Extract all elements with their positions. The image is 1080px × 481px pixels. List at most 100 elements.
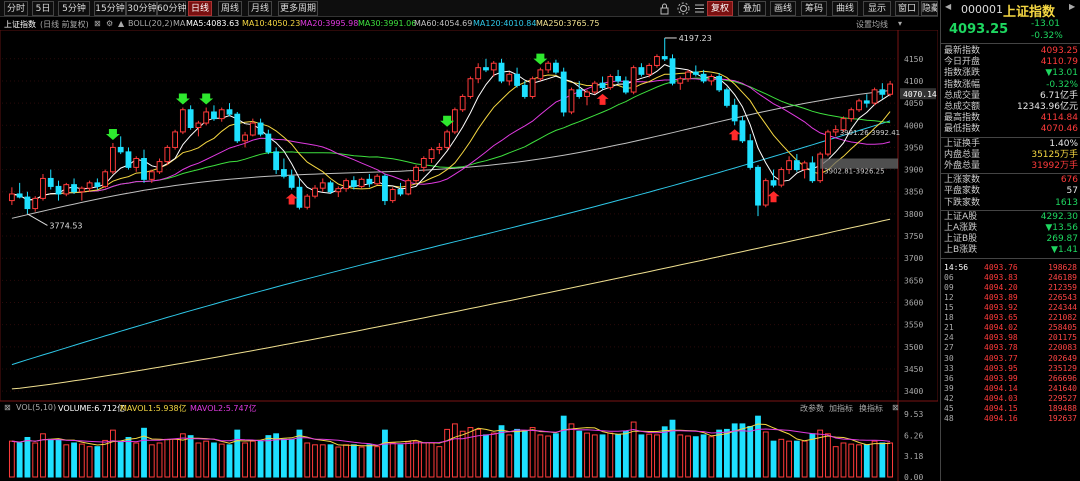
hide-button[interactable]: 隐藏 xyxy=(921,1,938,16)
candle-body xyxy=(545,62,552,71)
volume-bar xyxy=(55,438,62,478)
tick-price: 4093.83 xyxy=(984,272,1018,282)
ma5-value: MA5:4083.63 xyxy=(186,19,240,28)
chevron-up-icon[interactable]: ▲ xyxy=(118,19,124,28)
lock-icon[interactable] xyxy=(658,2,671,15)
volume-bar xyxy=(397,444,404,478)
period-tab-daily[interactable]: 日线 xyxy=(188,1,212,16)
ma-settings-link[interactable]: 设置均线 xyxy=(856,19,888,30)
period-tab-5day[interactable]: 5日 xyxy=(32,1,54,16)
candle-body xyxy=(420,158,427,168)
ma20-value: MA20:3995.98 xyxy=(300,19,359,28)
gear-icon[interactable]: ⚙ xyxy=(106,19,113,28)
volume-bar xyxy=(506,434,513,478)
back-icon[interactable]: ◀ xyxy=(945,2,951,11)
volume-bar xyxy=(374,446,381,478)
candle-body xyxy=(506,73,513,82)
stat-row: 最新指数 4093.25 xyxy=(941,46,1080,57)
tick-price: 4094.14 xyxy=(984,383,1018,393)
volume-bar xyxy=(615,434,622,478)
candle-body xyxy=(762,180,769,206)
period-tab-15min[interactable]: 15分钟 xyxy=(94,1,126,16)
close-icon[interactable]: ⊠ xyxy=(94,19,101,28)
chevron-down-icon[interactable]: ▾ xyxy=(898,19,902,28)
mavol1-value: MAVOL1:5.938亿 xyxy=(120,404,187,413)
candle-body xyxy=(257,122,264,135)
change-params-link[interactable]: 改参数 xyxy=(800,403,824,414)
candle-body xyxy=(389,189,396,202)
candle-body xyxy=(514,73,520,86)
volume-bar xyxy=(708,436,715,478)
volume-bar xyxy=(94,446,101,478)
tick-time: 21 xyxy=(944,323,954,333)
candle-body xyxy=(692,71,699,75)
tick-price: 4093.76 xyxy=(984,262,1018,272)
volume-bar xyxy=(156,442,163,478)
candle-body xyxy=(677,78,684,84)
period-tab-60min[interactable]: 60分钟 xyxy=(156,1,186,16)
draw-line-button[interactable]: 画线 xyxy=(770,1,796,16)
low-annotation: 3774.53 xyxy=(49,221,82,230)
volume-bar xyxy=(584,432,590,478)
volume-bar xyxy=(529,427,536,478)
volume-bar xyxy=(716,429,723,478)
candle-body xyxy=(16,193,23,198)
overlay-button[interactable]: 叠加 xyxy=(738,1,766,16)
buy-signal-arrow xyxy=(285,193,298,205)
menu-icon[interactable] xyxy=(693,2,706,15)
candle-body xyxy=(288,175,295,188)
add-indicator-link[interactable]: 加指标 xyxy=(829,403,853,414)
candle-body xyxy=(615,76,622,82)
candle-body xyxy=(24,196,31,210)
candle-body xyxy=(218,109,225,120)
tick-volume: 241640 xyxy=(1048,383,1077,393)
close-icon[interactable]: ⊠ xyxy=(892,403,899,412)
candle-body xyxy=(413,166,419,182)
volume-bar xyxy=(545,435,552,478)
period-tab-timeshare[interactable]: 分时 xyxy=(4,1,28,16)
candle-body xyxy=(521,84,528,97)
candle-body xyxy=(529,78,536,97)
candle-body xyxy=(226,109,233,115)
volume-bar xyxy=(405,441,412,478)
candle-body xyxy=(55,185,62,195)
period-tab-30min[interactable]: 30分钟 xyxy=(126,1,158,16)
index-change: -13.01 xyxy=(1031,19,1061,29)
candle-body xyxy=(863,100,870,104)
volume-bar xyxy=(576,430,583,478)
stat-value: 269.87 xyxy=(1046,234,1079,245)
volume-bar xyxy=(327,444,334,478)
volume-bar xyxy=(770,440,777,478)
chips-button[interactable]: 筹码 xyxy=(801,1,827,16)
period-tab-5min[interactable]: 5分钟 xyxy=(58,1,90,16)
indicator-info-line: 上证指数 (日线 前复权) ⊠ ⚙ ▲ BOLL(20,2) MA MA5:40… xyxy=(0,17,938,30)
stat-label: 最新指数 xyxy=(944,46,981,56)
candle-body xyxy=(327,182,334,193)
gap-annotation: 3902.81-3926.25 xyxy=(824,167,884,175)
volume-bar xyxy=(848,443,855,478)
volume-bar xyxy=(809,433,816,478)
candle-body xyxy=(203,111,210,124)
display-button[interactable]: 显示 xyxy=(863,1,891,16)
trade-tick-row: 14:56 4093.76 198628 xyxy=(941,263,1080,273)
divider xyxy=(941,257,1080,259)
window-button[interactable]: 窗口 xyxy=(895,1,919,16)
period-tab-weekly[interactable]: 周线 xyxy=(218,1,242,16)
stat-label: 指数涨幅 xyxy=(944,79,981,90)
period-tab-more[interactable]: 更多周期 xyxy=(278,1,318,16)
stat-row: 上证换手 1.40% xyxy=(941,139,1080,150)
trade-tick-row: 27 4093.78 220083 xyxy=(941,343,1080,353)
volume-bar xyxy=(86,446,93,478)
period-tab-monthly[interactable]: 月线 xyxy=(248,1,272,16)
switch-indicator-link[interactable]: 换指标 xyxy=(859,403,883,414)
tick-price: 4094.16 xyxy=(984,414,1018,424)
curve-button[interactable]: 曲线 xyxy=(832,1,858,16)
volume-header: ⊠ VOL(5,10) VOLUME:6.712亿 MAVOL1:5.938亿 … xyxy=(0,402,938,414)
close-icon[interactable]: ⊠ xyxy=(4,403,11,412)
adjust-button[interactable]: 复权 xyxy=(707,1,733,16)
stat-row: 总成交量 6.71亿手 xyxy=(941,91,1080,102)
volume-bar xyxy=(599,434,606,478)
forward-icon[interactable]: ▶ xyxy=(1069,2,1075,11)
tick-time: 12 xyxy=(944,292,954,302)
settings-icon[interactable] xyxy=(677,2,690,15)
